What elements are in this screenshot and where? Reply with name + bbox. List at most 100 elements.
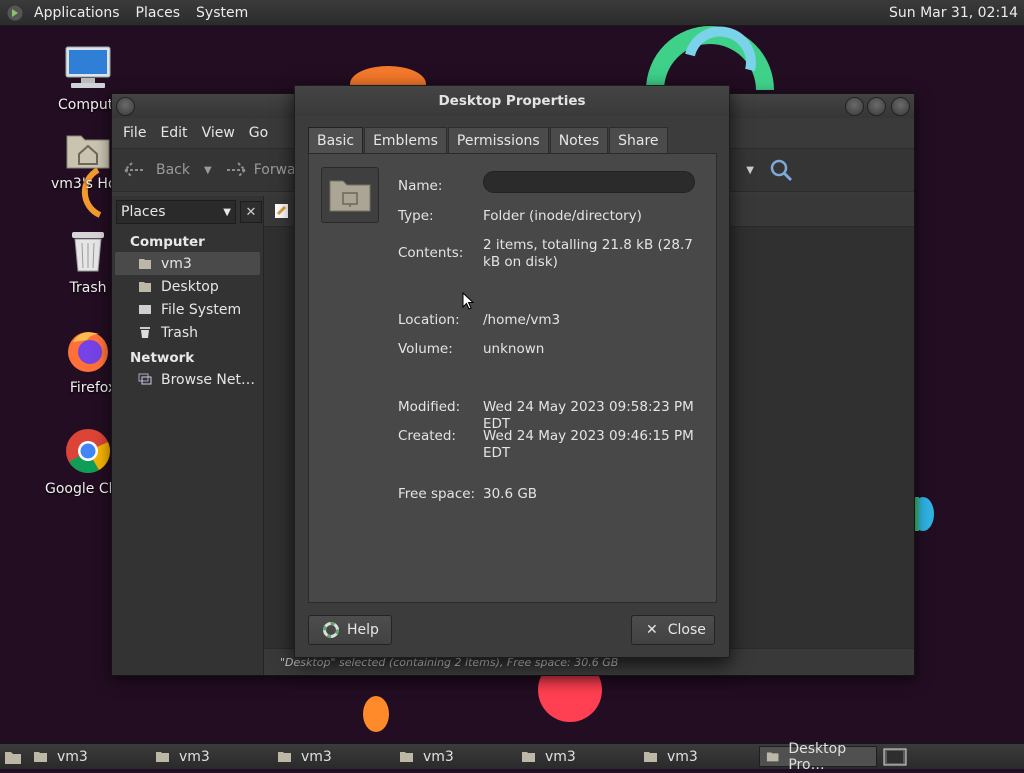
taskbar-item[interactable]: vm3 — [393, 746, 511, 767]
menu-places[interactable]: Places — [128, 5, 189, 21]
taskbar-item-active[interactable]: Desktop Pro… — [759, 741, 877, 773]
trash-icon — [140, 327, 150, 338]
computer-icon — [65, 46, 111, 88]
edit-location-icon[interactable] — [274, 203, 290, 219]
trash-icon — [72, 232, 104, 272]
menu-edit[interactable]: Edit — [153, 125, 194, 141]
desktop-icon-label: vm3's Home — [51, 176, 111, 192]
taskbar-item-label: vm3 — [301, 748, 332, 765]
type-value: Folder (inode/directory) — [483, 208, 642, 224]
sidebar-item-label: Browse Net… — [161, 371, 256, 388]
clock[interactable]: Sun Mar 31, 02:14 — [889, 5, 1024, 21]
contents-value: 2 items, totalling 21.8 kB (28.7 kB on d… — [483, 237, 693, 270]
taskbar: vm3 vm3 vm3 vm3 vm3 vm3 Desktop Pro… — [0, 741, 1024, 773]
desktop-folder-icon — [139, 282, 151, 292]
folder-icon — [766, 752, 779, 762]
taskbar-item-label: vm3 — [423, 748, 454, 765]
sidebar-item-label: File System — [161, 301, 242, 318]
home-folder-icon — [644, 752, 657, 762]
close-icon: ✕ — [646, 622, 658, 638]
home-folder-icon — [139, 259, 151, 269]
sidebar-item-browse-network[interactable]: Browse Net… — [112, 368, 263, 391]
top-panel: Applications Places System Sun Mar 31, 0… — [0, 0, 1024, 26]
home-folder-icon — [522, 752, 535, 762]
taskbar-item[interactable]: vm3 — [271, 746, 389, 767]
modified-label: Modified: — [398, 399, 461, 415]
taskbar-item-label: vm3 — [179, 748, 210, 765]
back-button[interactable]: Back ▼ — [122, 161, 212, 179]
chevron-down-icon[interactable]: ▼ — [746, 165, 754, 176]
location-label: Location: — [398, 312, 460, 328]
name-label: Name: — [398, 178, 443, 194]
sidebar-section-network: Network — [130, 350, 195, 366]
properties-dialog: Desktop Properties Basic Emblems Permiss… — [294, 85, 730, 658]
places-header: Places ▼ ✕ — [112, 196, 263, 228]
back-arrow-icon — [123, 162, 143, 178]
window-menu-button[interactable] — [116, 97, 135, 116]
gnome-foot-icon[interactable] — [6, 4, 24, 22]
contents-label: Contents: — [398, 245, 464, 261]
tab-notes[interactable]: Notes — [549, 127, 609, 154]
taskbar-item-label: vm3 — [57, 748, 88, 765]
sidebar-item-vm3[interactable]: vm3 — [115, 252, 260, 275]
volume-value: unknown — [483, 341, 545, 357]
tab-emblems[interactable]: Emblems — [364, 127, 447, 154]
sidebar-item-label: vm3 — [161, 255, 192, 272]
show-desktop-icon[interactable] — [3, 748, 23, 766]
places-dropdown-label: Places — [121, 204, 166, 220]
help-label: Help — [347, 622, 379, 638]
home-folder-icon — [156, 752, 169, 762]
volume-label: Volume: — [398, 341, 453, 357]
mouse-cursor-icon — [462, 292, 474, 310]
menu-file[interactable]: File — [116, 125, 153, 141]
menu-system[interactable]: System — [188, 5, 256, 21]
menu-applications[interactable]: Applications — [26, 5, 128, 21]
desktop-folder-icon — [329, 180, 371, 212]
help-button[interactable]: Help — [308, 615, 392, 645]
close-sidebar-button[interactable]: ✕ — [240, 201, 262, 223]
folder-icon-button[interactable] — [321, 167, 379, 223]
tab-share[interactable]: Share — [609, 127, 668, 154]
home-folder-icon — [278, 752, 291, 762]
sidebar-item-file-system[interactable]: File System — [112, 298, 263, 321]
network-icon — [138, 373, 152, 385]
desktop-icon-label: Google Chrome — [45, 481, 115, 497]
menu-view[interactable]: View — [195, 125, 242, 141]
sidebar-item-trash[interactable]: Trash — [112, 321, 263, 344]
search-icon[interactable] — [768, 157, 794, 183]
location-value: /home/vm3 — [483, 312, 561, 328]
back-label: Back — [156, 162, 190, 178]
places-dropdown[interactable]: Places ▼ — [116, 200, 236, 224]
close-label: Close — [667, 622, 706, 638]
forward-arrow-icon — [226, 162, 247, 178]
taskbar-item[interactable]: vm3 — [515, 746, 633, 767]
minimize-button[interactable] — [845, 97, 864, 116]
sidebar: Places ▼ ✕ Computer vm3 Desktop File Sys… — [112, 196, 264, 675]
chrome-icon — [66, 429, 110, 473]
created-label: Created: — [398, 428, 456, 444]
close-button[interactable]: ✕ Close — [631, 615, 715, 645]
sidebar-item-label: Desktop — [161, 278, 219, 295]
home-folder-icon — [66, 135, 110, 169]
menu-go[interactable]: Go — [242, 125, 275, 141]
chevron-down-icon[interactable]: ▼ — [204, 165, 212, 176]
created-value: Wed 24 May 2023 09:46:15 PM EDT — [483, 428, 694, 461]
tab-bar: Basic Emblems Permissions Notes Share — [308, 127, 669, 154]
drive-icon — [139, 305, 151, 314]
close-window-button[interactable] — [891, 97, 910, 116]
name-input[interactable] — [483, 171, 695, 193]
basic-tab-panel: Name: Type: Folder (inode/directory) Con… — [308, 153, 717, 603]
sidebar-item-label: Trash — [161, 324, 198, 341]
home-folder-icon — [400, 752, 413, 762]
taskbar-item[interactable]: vm3 — [149, 746, 267, 767]
taskbar-item[interactable]: vm3 — [637, 746, 755, 767]
taskbar-item[interactable]: vm3 — [27, 746, 145, 767]
sidebar-item-desktop[interactable]: Desktop — [112, 275, 263, 298]
free-space-label: Free space: — [398, 486, 476, 502]
tab-permissions[interactable]: Permissions — [447, 127, 549, 154]
dialog-title[interactable]: Desktop Properties — [295, 86, 729, 116]
maximize-button[interactable] — [867, 97, 886, 116]
workspace-switcher-icon[interactable] — [883, 748, 907, 766]
tab-basic[interactable]: Basic — [308, 127, 364, 154]
lifebuoy-icon — [323, 622, 339, 638]
